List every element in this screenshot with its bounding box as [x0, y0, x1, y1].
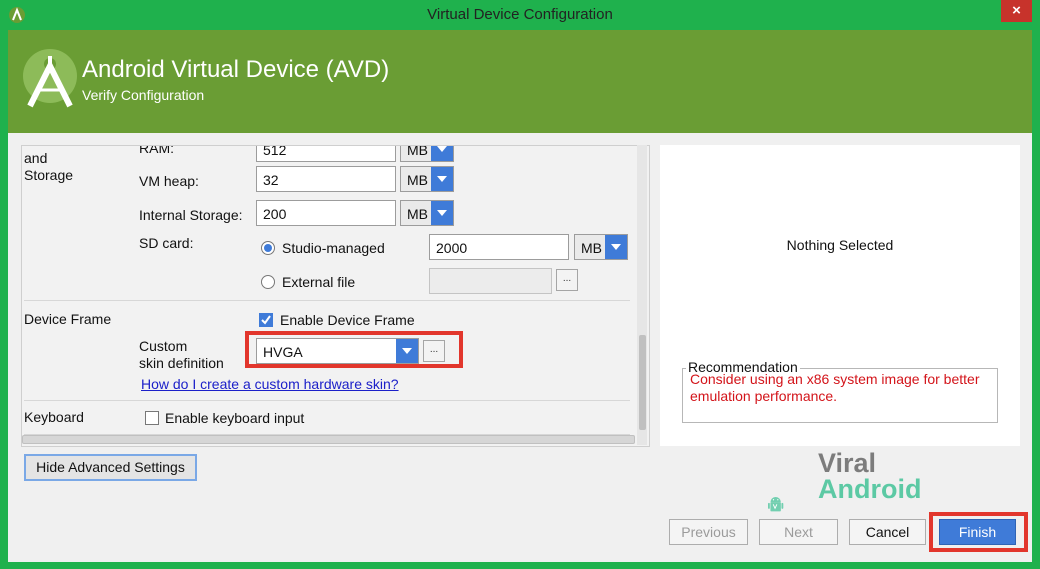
- memory-section-label: and Storage: [24, 150, 74, 183]
- finish-highlight-box: [929, 512, 1028, 552]
- enable-device-frame-label: Enable Device Frame: [280, 312, 415, 328]
- advanced-settings-panel: and Storage RAM: 512 MB VM heap: 32 MB I…: [21, 145, 650, 447]
- internal-storage-input[interactable]: 200: [256, 200, 396, 226]
- device-frame-section-label: Device Frame: [24, 311, 112, 327]
- header-title: Android Virtual Device (AVD): [82, 56, 390, 83]
- custom-skin-label: Custom skin definition: [139, 338, 224, 371]
- sd-card-label: SD card:: [139, 235, 194, 251]
- preview-panel: Nothing Selected Recommendation Consider…: [660, 145, 1020, 446]
- studio-managed-label: Studio-managed: [282, 240, 385, 256]
- internal-storage-label: Internal Storage:: [139, 207, 243, 223]
- chevron-down-icon: [605, 235, 627, 259]
- sd-card-unit-value: MB: [581, 240, 602, 256]
- chevron-down-icon: [431, 146, 453, 161]
- ram-input[interactable]: 512: [256, 146, 396, 162]
- ram-unit-select[interactable]: MB: [400, 145, 454, 162]
- next-button[interactable]: Next: [759, 519, 838, 545]
- nothing-selected-text: Nothing Selected: [786, 237, 894, 253]
- enable-keyboard-label: Enable keyboard input: [165, 410, 305, 426]
- previous-button[interactable]: Previous: [669, 519, 748, 545]
- dialog-window: Android Virtual Device (AVD) Verify Conf…: [8, 30, 1032, 562]
- ram-unit-value: MB: [407, 145, 428, 158]
- external-file-input[interactable]: [429, 268, 552, 294]
- title-bar: Virtual Device Configuration ×: [0, 0, 1040, 30]
- dialog-header: Android Virtual Device (AVD) Verify Conf…: [8, 30, 1032, 133]
- section-divider: [24, 400, 630, 401]
- android-studio-logo: [23, 49, 77, 108]
- sd-card-unit-select[interactable]: MB: [574, 234, 628, 260]
- close-button[interactable]: ×: [1001, 0, 1032, 22]
- external-file-radio[interactable]: [261, 275, 275, 289]
- watermark-line2: Android: [818, 474, 922, 504]
- skin-highlight-box: [245, 331, 463, 368]
- keyboard-section-label: Keyboard: [24, 409, 84, 425]
- header-subtitle: Verify Configuration: [82, 87, 205, 103]
- cancel-button[interactable]: Cancel: [849, 519, 926, 545]
- check-icon: [261, 315, 271, 325]
- custom-skin-help-link[interactable]: How do I create a custom hardware skin?: [141, 376, 399, 392]
- vm-heap-unit-value: MB: [407, 172, 428, 188]
- enable-keyboard-checkbox[interactable]: [145, 411, 159, 425]
- ram-label: RAM:: [139, 145, 174, 156]
- window-title: Virtual Device Configuration: [427, 6, 613, 23]
- hide-advanced-settings-button[interactable]: Hide Advanced Settings: [24, 454, 197, 481]
- studio-managed-radio[interactable]: [261, 241, 275, 255]
- vm-heap-input[interactable]: 32: [256, 166, 396, 192]
- enable-device-frame-checkbox[interactable]: [259, 313, 273, 327]
- external-file-browse-button[interactable]: ...: [556, 269, 578, 291]
- vm-heap-unit-select[interactable]: MB: [400, 166, 454, 192]
- vm-heap-label: VM heap:: [139, 173, 199, 189]
- horizontal-scrollbar[interactable]: [22, 435, 635, 444]
- external-file-label: External file: [282, 274, 356, 290]
- chevron-down-icon: [431, 167, 453, 191]
- recommendation-text: Consider using an x86 system image for b…: [690, 371, 980, 404]
- sd-card-size-input[interactable]: 2000: [429, 234, 569, 260]
- internal-storage-unit-value: MB: [407, 206, 428, 222]
- chevron-down-icon: [431, 201, 453, 225]
- vertical-scroll-thumb[interactable]: [639, 335, 646, 430]
- internal-storage-unit-select[interactable]: MB: [400, 200, 454, 226]
- section-divider: [24, 300, 630, 301]
